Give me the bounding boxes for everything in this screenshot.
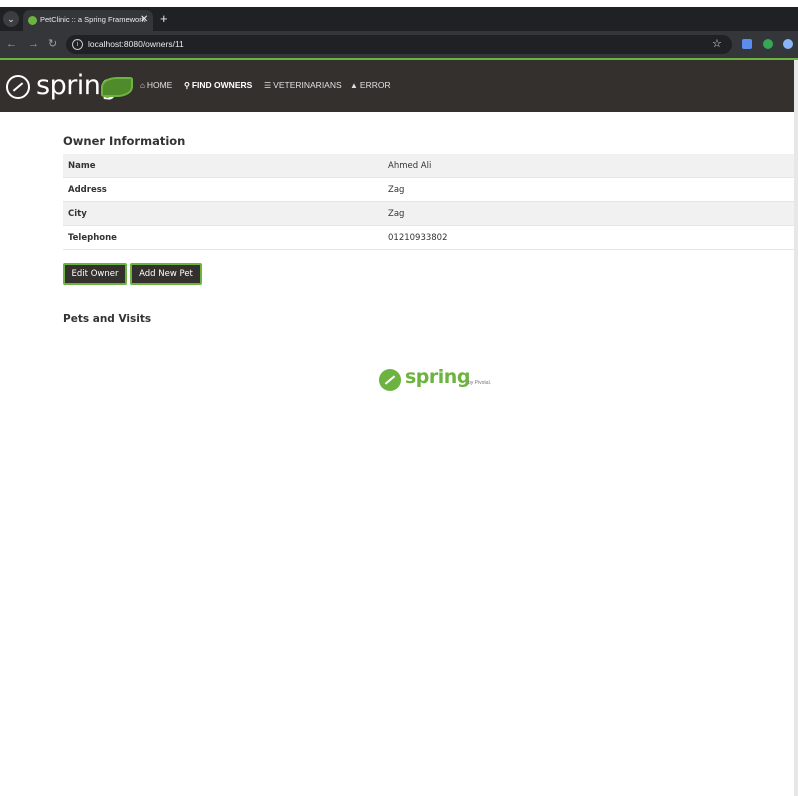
by-pivotal-text: by Pivotal.: [468, 380, 492, 386]
spring-favicon-icon: [28, 16, 37, 25]
list-icon: ☰: [264, 81, 272, 90]
table-row: Name Ahmed Ali: [63, 154, 794, 178]
address-label: Address: [63, 177, 383, 202]
spring-footer-logo-text: spring: [405, 366, 470, 388]
nav-veterinarians[interactable]: ☰ VETERINARIANS: [264, 80, 342, 90]
forward-arrow-icon[interactable]: →: [28, 37, 39, 51]
page-scrollbar[interactable]: [794, 60, 798, 796]
city-label: City: [63, 201, 383, 226]
nav-error-label: ERROR: [359, 80, 391, 90]
back-arrow-icon[interactable]: ←: [6, 37, 17, 51]
tab-list-chevron-icon[interactable]: ⌄: [3, 11, 19, 27]
address-value: Zag: [383, 177, 794, 202]
address-bar[interactable]: i localhost:8080/owners/11 ☆: [66, 35, 732, 54]
app-navbar: spring ⌂ HOME ⚲ FIND OWNERS ☰ VETERINARIANS…: [0, 60, 794, 112]
nav-home-label: HOME: [146, 80, 173, 90]
nav-find-owners-label: FIND OWNERS: [191, 80, 253, 90]
warning-icon: ▲: [350, 81, 358, 90]
browser-toolbar: ← → ↻ i localhost:8080/owners/11 ☆: [0, 31, 798, 58]
name-label: Name: [63, 154, 383, 178]
pets-visits-heading: Pets and Visits: [63, 313, 152, 325]
edit-owner-button[interactable]: Edit Owner: [63, 263, 127, 285]
browser-tab-bar: ⌄ PetClinic :: a Spring Framework ✕ +: [0, 7, 798, 31]
city-value: Zag: [383, 201, 794, 226]
browser-tab[interactable]: PetClinic :: a Spring Framework ✕: [23, 10, 153, 31]
extension-translate-icon[interactable]: [742, 39, 752, 49]
telephone-label: Telephone: [63, 225, 383, 250]
window-top-edge: [0, 0, 798, 7]
table-row: Address Zag: [63, 177, 794, 202]
telephone-value: 01210933802: [383, 225, 794, 250]
name-value: Ahmed Ali: [383, 154, 794, 178]
nav-veterinarians-label: VETERINARIANS: [273, 80, 342, 90]
extension-green-icon[interactable]: [763, 39, 773, 49]
extension-blue-icon[interactable]: [783, 39, 793, 49]
new-tab-button[interactable]: +: [160, 11, 168, 26]
url-text[interactable]: localhost:8080/owners/11: [88, 39, 184, 49]
home-icon: ⌂: [140, 81, 145, 90]
close-tab-icon[interactable]: ✕: [140, 13, 148, 27]
add-new-pet-button[interactable]: Add New Pet: [130, 263, 202, 285]
owner-info-table: Name Ahmed Ali Address Zag City Zag Tele…: [63, 154, 794, 250]
spring-leaf-icon: [101, 77, 133, 97]
table-row: Telephone 01210933802: [63, 225, 794, 250]
nav-find-owners[interactable]: ⚲ FIND OWNERS: [184, 80, 252, 90]
search-icon: ⚲: [184, 81, 190, 90]
table-row: City Zag: [63, 201, 794, 226]
nav-home[interactable]: ⌂ HOME: [140, 80, 172, 90]
spring-footer-logo-icon: [379, 369, 401, 391]
bookmark-star-icon[interactable]: ☆: [712, 37, 722, 51]
site-info-icon[interactable]: i: [72, 39, 83, 50]
owner-info-heading: Owner Information: [63, 134, 186, 148]
nav-error[interactable]: ▲ ERROR: [350, 80, 391, 90]
spring-logo-icon[interactable]: [6, 75, 30, 99]
browser-tab-title: PetClinic :: a Spring Framework: [40, 15, 146, 24]
reload-icon[interactable]: ↻: [48, 37, 57, 51]
